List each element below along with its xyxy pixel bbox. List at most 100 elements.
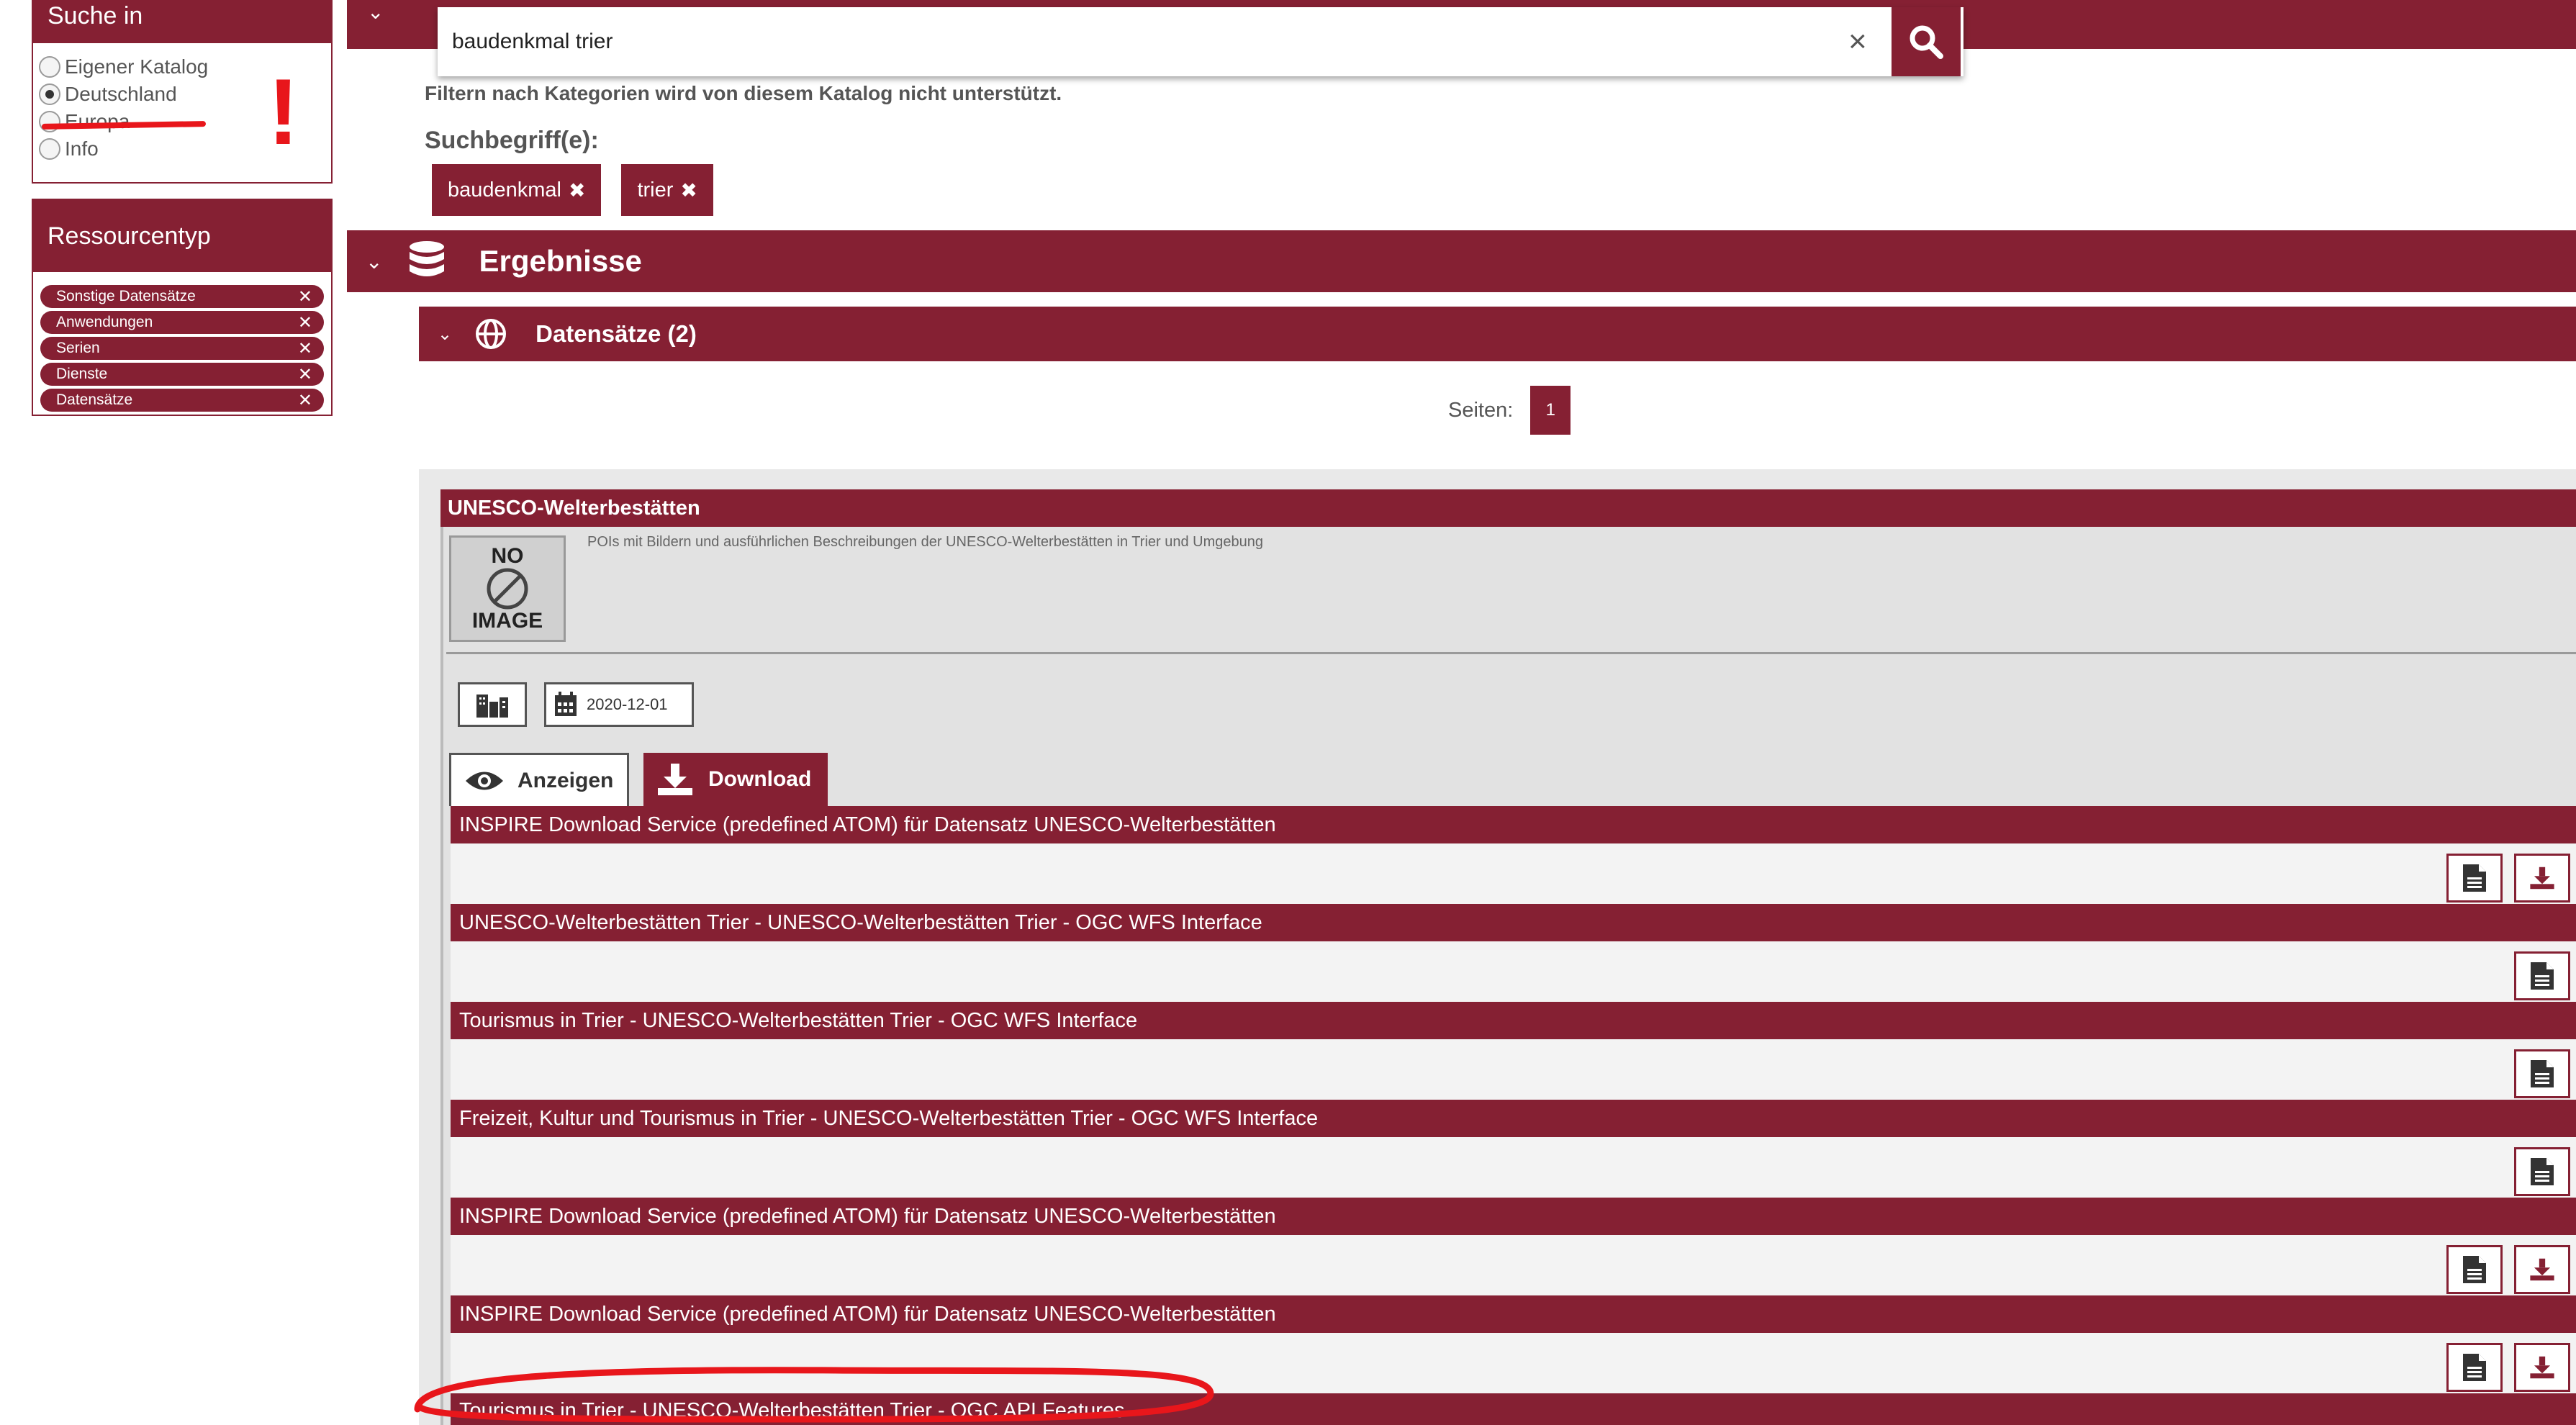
filter-label: Anwendungen xyxy=(56,314,153,330)
results-title: Ergebnisse xyxy=(479,244,642,278)
tab-download[interactable]: Download xyxy=(643,753,828,806)
radio-circle-checked[interactable] xyxy=(39,83,60,105)
remove-filter-icon[interactable]: ✕ xyxy=(298,312,312,333)
result-title-bar[interactable]: UNESCO-Welterbestätten xyxy=(440,489,2576,527)
document-icon xyxy=(2463,1256,2486,1283)
service-title-bar[interactable]: INSPIRE Download Service (predefined ATO… xyxy=(451,806,2576,843)
service-title-bar[interactable]: Tourismus in Trier - UNESCO-Welterbestät… xyxy=(451,1002,2576,1039)
no-image-thumbnail: NO IMAGE xyxy=(449,535,566,642)
search-terms-label: Suchbegriff(e): xyxy=(425,127,599,154)
radio-circle[interactable] xyxy=(39,138,60,160)
metadata-button[interactable] xyxy=(2446,1245,2503,1294)
service-title-bar[interactable]: INSPIRE Download Service (predefined ATO… xyxy=(451,1198,2576,1235)
search-terms: baudenkmal ✖ trier ✖ xyxy=(432,164,733,216)
service-actions xyxy=(451,843,2576,904)
radio-circle[interactable] xyxy=(39,56,60,78)
term-label: baudenkmal xyxy=(448,178,561,202)
service-actions xyxy=(451,1235,2576,1295)
search-in-title: Suche in xyxy=(33,1,331,43)
search-input[interactable] xyxy=(438,9,1848,74)
filter-serien[interactable]: Serien ✕ xyxy=(40,337,324,360)
radio-label: Europa xyxy=(65,110,130,132)
service-title-bar[interactable]: Freizeit, Kultur und Tourismus in Trier … xyxy=(451,1100,2576,1137)
service-title-bar[interactable]: INSPIRE Download Service (predefined ATO… xyxy=(451,1295,2576,1333)
no-image-text-bottom: IMAGE xyxy=(471,609,543,633)
filter-label: Sonstige Datensätze xyxy=(56,288,196,304)
resource-type-panel: Ressourcentyp Sonstige Datensätze ✕ Anwe… xyxy=(32,199,333,416)
download-button[interactable] xyxy=(2514,1245,2570,1294)
metadata-button[interactable] xyxy=(2514,951,2570,1000)
download-icon xyxy=(2530,1356,2554,1379)
service-item: INSPIRE Download Service (predefined ATO… xyxy=(451,1198,2576,1295)
datasets-collapse-chevron-icon[interactable]: ⌄ xyxy=(438,324,452,345)
datasets-header[interactable]: ⌄ Datensätze (2) xyxy=(419,307,2576,361)
remove-filter-icon[interactable]: ✕ xyxy=(298,364,312,385)
remove-filter-icon[interactable]: ✕ xyxy=(298,286,312,307)
download-icon xyxy=(2530,1258,2554,1281)
result-description: POIs mit Bildern und ausführlichen Besch… xyxy=(587,534,1263,550)
clear-search-icon[interactable]: × xyxy=(1848,24,1892,60)
service-actions xyxy=(451,1039,2576,1100)
tab-anzeigen-label: Anzeigen xyxy=(518,768,614,792)
filter-label: Serien xyxy=(56,340,100,356)
date-text: 2020-12-01 xyxy=(587,695,668,713)
metadata-button[interactable] xyxy=(2446,854,2503,902)
remove-filter-icon[interactable]: ✕ xyxy=(298,338,312,359)
filter-datensaetze[interactable]: Datensätze ✕ xyxy=(40,389,324,412)
service-actions xyxy=(451,1137,2576,1198)
organization-button[interactable] xyxy=(458,682,527,727)
metadata-button[interactable] xyxy=(2514,1147,2570,1196)
top-collapse-chevron-icon[interactable]: ⌄ xyxy=(367,0,384,24)
service-list: INSPIRE Download Service (predefined ATO… xyxy=(451,806,2576,1425)
annotation-exclamation: ! xyxy=(268,59,299,164)
search-button[interactable] xyxy=(1892,7,1961,76)
service-title: INSPIRE Download Service (predefined ATO… xyxy=(459,1302,1276,1326)
document-icon xyxy=(2463,1354,2486,1381)
date-badge: 2020-12-01 xyxy=(544,682,694,727)
calendar-icon xyxy=(555,692,577,716)
filter-note: Filtern nach Kategorien wird von diesem … xyxy=(425,82,1062,104)
datasets-title: Datensätze (2) xyxy=(535,320,697,347)
document-icon xyxy=(2531,962,2554,990)
service-item: Tourismus in Trier - UNESCO-Welterbestät… xyxy=(451,1002,2576,1100)
service-title: INSPIRE Download Service (predefined ATO… xyxy=(459,813,1276,836)
tab-download-label: Download xyxy=(708,767,812,791)
remove-filter-icon[interactable]: ✕ xyxy=(298,390,312,411)
metadata-button[interactable] xyxy=(2514,1049,2570,1098)
no-image-icon xyxy=(487,568,528,610)
radio-label: Eigener Katalog xyxy=(65,55,209,78)
tab-anzeigen[interactable]: Anzeigen xyxy=(449,753,629,806)
service-title-bar[interactable]: UNESCO-Welterbestätten Trier - UNESCO-We… xyxy=(451,904,2576,941)
search-icon xyxy=(1910,25,1943,59)
filter-dienste[interactable]: Dienste ✕ xyxy=(40,363,324,386)
document-icon xyxy=(2531,1060,2554,1087)
pages-label: Seiten: xyxy=(1448,398,1514,422)
remove-term-icon[interactable]: ✖ xyxy=(569,178,585,202)
remove-term-icon[interactable]: ✖ xyxy=(680,178,697,202)
document-icon xyxy=(2531,1158,2554,1185)
filter-sonstige-datensaetze[interactable]: Sonstige Datensätze ✕ xyxy=(40,285,324,308)
document-icon xyxy=(2463,864,2486,892)
term-tag-baudenkmal[interactable]: baudenkmal ✖ xyxy=(432,164,602,216)
annotation-circle xyxy=(414,1367,1214,1423)
results-collapse-chevron-icon[interactable]: ⌄ xyxy=(366,250,382,273)
service-title: INSPIRE Download Service (predefined ATO… xyxy=(459,1204,1276,1228)
search-box: × xyxy=(438,7,1963,76)
service-title: UNESCO-Welterbestätten Trier - UNESCO-We… xyxy=(459,910,1262,934)
radio-label: Deutschland xyxy=(65,83,177,105)
term-tag-trier[interactable]: trier ✖ xyxy=(621,164,713,216)
result-divider xyxy=(446,652,2576,654)
buildings-icon xyxy=(476,695,508,718)
pagination: Seiten: 1 xyxy=(1448,386,1571,435)
service-actions xyxy=(451,941,2576,1002)
page-button-1[interactable]: 1 xyxy=(1530,386,1571,435)
results-header[interactable]: ⌄ Ergebnisse xyxy=(347,230,2576,292)
download-button[interactable] xyxy=(2514,854,2570,902)
filter-anwendungen[interactable]: Anwendungen ✕ xyxy=(40,311,324,334)
no-image-text-top: NO xyxy=(491,544,524,568)
service-item: UNESCO-Welterbestätten Trier - UNESCO-We… xyxy=(451,904,2576,1002)
database-icon xyxy=(410,241,445,276)
resource-type-title: Ressourcentyp xyxy=(33,200,331,272)
metadata-button[interactable] xyxy=(2446,1343,2503,1392)
download-button[interactable] xyxy=(2514,1343,2570,1392)
